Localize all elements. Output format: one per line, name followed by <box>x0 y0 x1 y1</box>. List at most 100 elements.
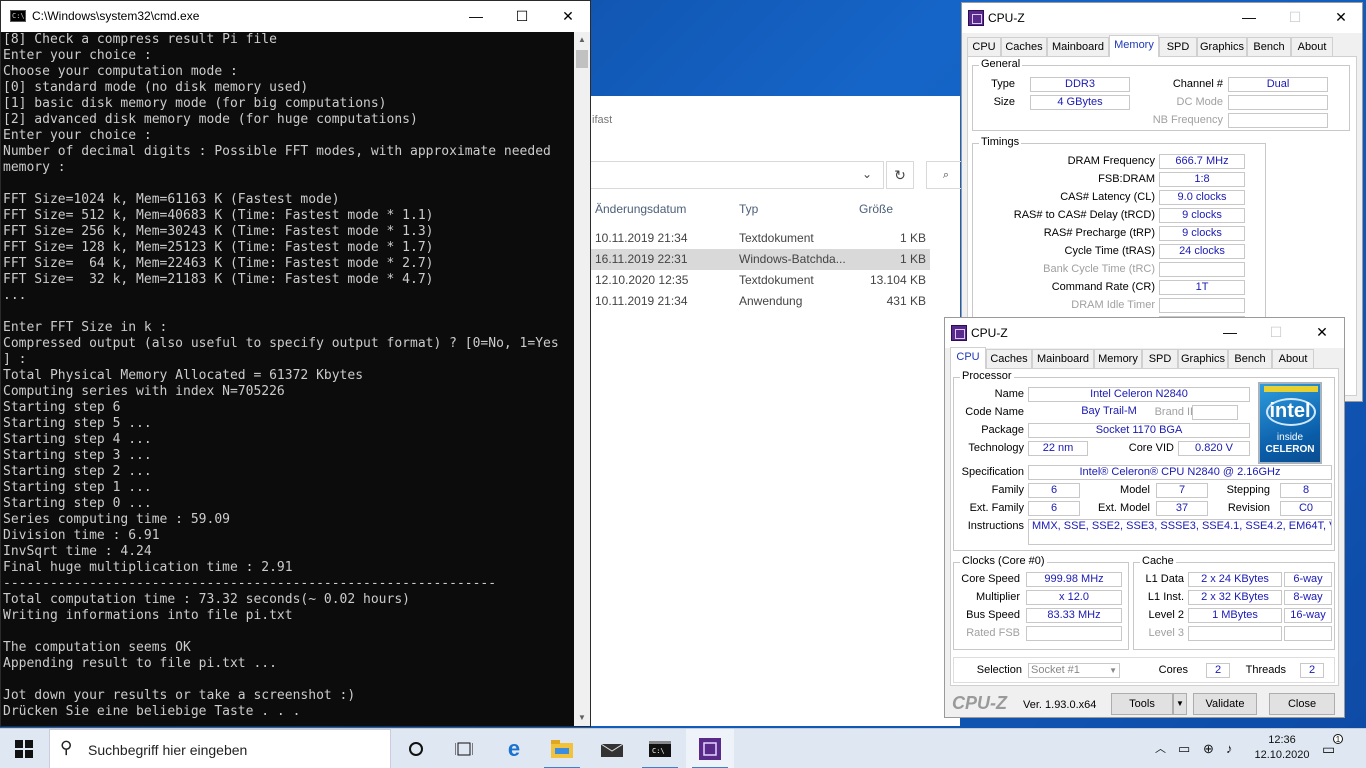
scroll-up-icon[interactable]: ▲ <box>574 32 590 48</box>
battery-icon[interactable]: ▭ <box>1178 729 1190 768</box>
console-line: InvSqrt time : 4.24 <box>3 544 152 559</box>
cpuz-title-bar[interactable]: CPU-Z — ☐ ✕ <box>962 3 1362 33</box>
cortana-icon[interactable] <box>392 729 440 768</box>
edge-icon[interactable]: e <box>490 729 538 768</box>
tab-mainboard[interactable]: Mainboard <box>1032 349 1094 369</box>
file-row[interactable]: 10.11.2019 21:34 Anwendung 431 KB <box>590 291 930 312</box>
column-header-type[interactable]: Typ <box>739 202 758 216</box>
clock-time: 12:36 <box>1268 734 1296 746</box>
scroll-thumb[interactable] <box>576 50 588 68</box>
cache-group: Cache L1 Data 2 x 24 KBytes 6-way L1 Ins… <box>1133 555 1335 650</box>
file-row[interactable]: 16.11.2019 22:31 Windows-Batchda... 1 KB <box>590 249 930 270</box>
tab-spd[interactable]: SPD <box>1159 37 1197 57</box>
console-line: FFT Size= 32 k, Mem=21183 K (Time: Faste… <box>3 272 434 287</box>
windows-start-icon[interactable] <box>0 729 48 768</box>
close-button[interactable]: ✕ <box>545 1 591 32</box>
validate-button[interactable]: Validate <box>1193 693 1257 715</box>
threads-value: 2 <box>1300 663 1324 678</box>
minimize-button[interactable]: — <box>1207 318 1253 348</box>
level3-label: Level 3 <box>1148 627 1184 639</box>
tab-memory[interactable]: Memory <box>1109 35 1159 57</box>
dropdown-arrow-icon: ▼ <box>1109 666 1117 675</box>
file-date: 10.11.2019 21:34 <box>595 231 688 245</box>
maximize-button[interactable]: ☐ <box>1253 318 1299 348</box>
minimize-button[interactable]: — <box>1226 3 1272 33</box>
tools-button[interactable]: Tools <box>1111 693 1173 715</box>
column-header-size[interactable]: Größe <box>859 202 893 216</box>
tab-about[interactable]: About <box>1272 349 1314 369</box>
file-row[interactable]: 12.10.2020 12:35 Textdokument 13.104 KB <box>590 270 930 291</box>
cmd-taskbar-icon[interactable]: C:\ <box>636 729 684 768</box>
close-button-footer[interactable]: Close <box>1269 693 1335 715</box>
cpuz-title-bar[interactable]: CPU-Z — ☐ ✕ <box>945 318 1344 348</box>
console-line: Computing series with index N=705226 <box>3 384 285 399</box>
tab-graphics[interactable]: Graphics <box>1197 37 1247 57</box>
cores-value: 2 <box>1206 663 1230 678</box>
file-explorer-window: ifast ⌄ ↻ ⌕ Änderungsdatum Typ Größe 10.… <box>560 96 966 726</box>
address-text[interactable]: ifast <box>592 114 612 126</box>
close-button[interactable]: ✕ <box>1299 318 1345 348</box>
tools-dropdown-icon[interactable]: ▼ <box>1173 693 1187 715</box>
file-row[interactable]: 10.11.2019 21:34 Textdokument 1 KB <box>590 228 930 249</box>
minimize-button[interactable]: — <box>453 1 499 32</box>
refresh-icon[interactable]: ↻ <box>886 161 914 189</box>
console-line: Number of decimal digits : Possible FFT … <box>3 144 551 159</box>
network-icon[interactable]: ⊕ <box>1203 729 1214 768</box>
selection-label: Selection <box>976 664 1022 676</box>
clock-date: 12.10.2020 <box>1254 749 1310 761</box>
tab-memory[interactable]: Memory <box>1094 349 1142 369</box>
file-size: 1 KB <box>899 252 926 266</box>
cmd-title-bar[interactable]: C:\ C:\Windows\system32\cmd.exe — ☐ ✕ <box>1 1 590 32</box>
chevron-up-icon[interactable]: ︿ <box>1155 729 1166 768</box>
tab-about[interactable]: About <box>1291 37 1333 57</box>
tab-caches[interactable]: Caches <box>1001 37 1047 57</box>
package-value: Socket 1170 BGA <box>1028 423 1250 438</box>
tab-bench[interactable]: Bench <box>1247 37 1291 57</box>
cpuz-app-icon <box>968 10 984 26</box>
column-header-date[interactable]: Änderungsdatum <box>595 202 686 216</box>
console-output[interactable]: [8] Check a compress result Pi file Enter… <box>1 32 576 726</box>
package-label: Package <box>981 424 1024 436</box>
search-icon[interactable]: ⌕ <box>926 161 966 189</box>
selection-dropdown[interactable]: Socket #1 ▼ <box>1028 663 1120 678</box>
tab-spd[interactable]: SPD <box>1142 349 1178 369</box>
console-line: The computation seems OK <box>3 640 191 655</box>
tab-bench[interactable]: Bench <box>1228 349 1272 369</box>
file-explorer-icon[interactable] <box>538 729 586 768</box>
maximize-button[interactable]: ☐ <box>499 1 545 32</box>
address-bar[interactable] <box>590 161 884 189</box>
tab-cpu[interactable]: CPU <box>967 37 1001 57</box>
scrollbar[interactable]: ▲ ▼ <box>574 32 590 726</box>
clock[interactable]: 12:36 12.10.2020 <box>1254 729 1310 768</box>
cpuz-taskbar-icon[interactable] <box>686 729 734 768</box>
group-title: Timings <box>979 136 1022 148</box>
mail-icon[interactable] <box>588 729 636 768</box>
chevron-down-icon[interactable]: ⌄ <box>862 167 872 181</box>
task-view-icon[interactable] <box>440 729 488 768</box>
tab-caches[interactable]: Caches <box>986 349 1032 369</box>
taskbar-search[interactable]: ⚲ Suchbegriff hier eingeben <box>49 729 391 768</box>
scroll-down-icon[interactable]: ▼ <box>574 710 590 726</box>
close-button[interactable]: ✕ <box>1318 3 1364 33</box>
l1-inst-value: 2 x 32 KBytes <box>1188 590 1282 605</box>
tab-cpu[interactable]: CPU <box>950 347 986 369</box>
volume-icon[interactable]: ♪ <box>1226 729 1233 768</box>
notification-icon[interactable]: ▭ 1 <box>1322 729 1343 768</box>
file-size: 13.104 KB <box>869 273 926 287</box>
instructions-value: MMX, SSE, SSE2, SSE3, SSSE3, SSE4.1, SSE… <box>1028 519 1332 545</box>
console-line: Total Physical Memory Allocated = 61372 … <box>3 368 364 383</box>
ext-family-label: Ext. Family <box>969 502 1024 514</box>
group-title: Cache <box>1140 555 1176 567</box>
console-line: FFT Size=1024 k, Mem=61163 K (Fastest mo… <box>3 192 340 207</box>
maximize-button[interactable]: ☐ <box>1272 3 1318 33</box>
file-type: Windows-Batchda... <box>739 252 846 266</box>
tab-mainboard[interactable]: Mainboard <box>1047 37 1109 57</box>
processor-group: Processor Name Intel Celeron N2840 Code … <box>953 370 1335 551</box>
tab-graphics[interactable]: Graphics <box>1178 349 1228 369</box>
cpuz-title: CPU-Z <box>971 326 1008 340</box>
threads-label: Threads <box>1245 664 1286 676</box>
cpu-tab-panel: Processor Name Intel Celeron N2840 Code … <box>950 368 1339 686</box>
console-line: Choose your computation mode : <box>3 64 238 79</box>
group-title: General <box>979 58 1023 70</box>
brand-id-label: Brand ID <box>1154 406 1198 418</box>
